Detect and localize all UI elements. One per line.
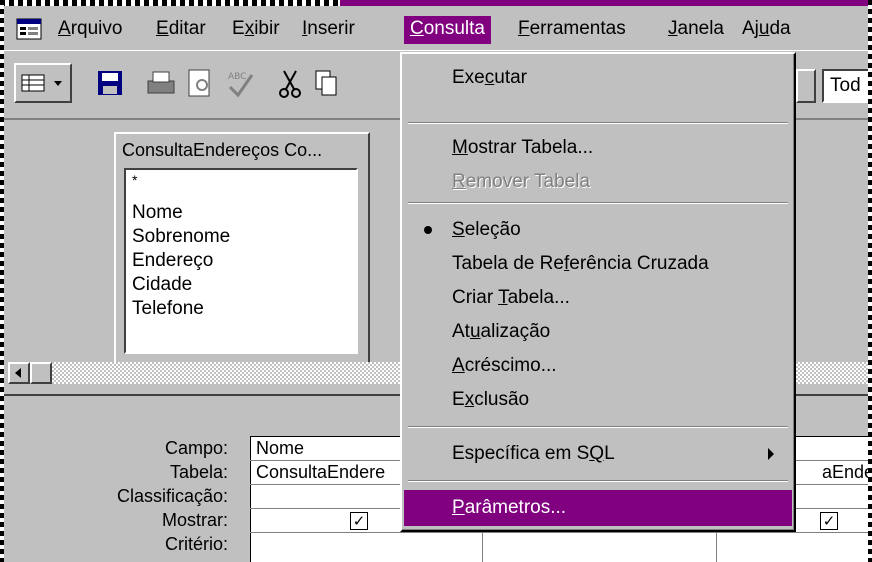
menu-item-atualizacao[interactable]: Atualização	[404, 314, 792, 350]
show-checkbox[interactable]: ✓	[820, 512, 838, 530]
menu-item-acrescimo[interactable]: Acréscimo...	[404, 348, 792, 384]
field-list-window[interactable]: ConsultaEndereços Co... * Nome Sobrenome…	[114, 132, 370, 364]
submenu-arrow-icon	[768, 448, 774, 460]
menu-bar: Arquivo Editar Exibir Inserir Consulta F…	[4, 8, 868, 48]
top-values-combo[interactable]: Tod	[822, 69, 872, 103]
scroll-thumb[interactable]	[30, 362, 52, 384]
selection-border-left	[0, 0, 4, 562]
show-checkbox[interactable]: ✓	[350, 512, 368, 530]
field-item[interactable]: Nome	[132, 202, 183, 224]
floppy-disk-icon	[98, 71, 122, 95]
menu-item-criar-tabela[interactable]: Criar Tabela...	[404, 280, 792, 316]
menu-janela[interactable]: Janela	[662, 16, 730, 44]
field-cell[interactable]: Nome	[256, 438, 304, 459]
field-item[interactable]: Cidade	[132, 274, 192, 296]
selection-border-right	[868, 0, 872, 562]
print-button[interactable]	[140, 63, 180, 103]
view-dropdown-button[interactable]	[14, 63, 72, 103]
menu-ferramentas[interactable]: Ferramentas	[512, 16, 632, 44]
printer-icon	[147, 71, 175, 94]
menu-item-referencia-cruzada[interactable]: Tabela de Referência Cruzada	[404, 246, 792, 282]
copy-button[interactable]	[310, 63, 340, 103]
field-list-title: ConsultaEndereços Co...	[122, 140, 323, 160]
copy-icon	[315, 70, 337, 96]
menu-consulta[interactable]: Consulta	[404, 16, 492, 44]
arrow-left-icon	[15, 368, 21, 378]
scroll-left-button[interactable]	[8, 362, 30, 384]
scissors-icon	[279, 70, 301, 98]
menu-item-remover-tabela: Remover Tabela	[452, 171, 591, 192]
menu-editar[interactable]: Editar	[150, 16, 212, 44]
table-cell[interactable]: ConsultaEndere	[256, 462, 385, 483]
field-item[interactable]: Telefone	[132, 298, 204, 320]
spell-check-icon: ABC	[228, 72, 254, 98]
row-label-classificacao: Classificação:	[116, 486, 228, 506]
radio-bullet-icon	[424, 226, 432, 234]
row-label-campo: Campo:	[164, 438, 228, 458]
field-list: * Nome Sobrenome Endereço Cidade Telefon…	[124, 168, 358, 354]
menu-inserir[interactable]: Inserir	[296, 16, 361, 44]
toolbar-button-partial[interactable]	[796, 69, 816, 103]
menu-exibir[interactable]: Exibir	[226, 16, 286, 44]
row-label-mostrar: Mostrar:	[161, 510, 228, 530]
svg-text:ABC: ABC	[228, 72, 246, 82]
menu-arquivo[interactable]: Arquivo	[52, 16, 128, 44]
consulta-dropdown-menu: Executar Mostrar Tabela... Remover Tabel…	[400, 52, 796, 532]
print-preview-icon	[188, 69, 210, 97]
menu-item-executar[interactable]: Executar	[404, 60, 792, 96]
cut-button[interactable]	[270, 63, 310, 103]
field-item[interactable]: Endereço	[132, 250, 213, 272]
menu-item-selecao[interactable]: Seleção	[404, 212, 792, 248]
save-button[interactable]	[90, 63, 130, 103]
spelling-button[interactable]: ABC	[220, 63, 260, 103]
datasheet-view-icon	[21, 74, 62, 92]
print-preview-button[interactable]	[180, 63, 220, 103]
row-label-criterio: Critério:	[164, 534, 228, 554]
menu-item-parametros[interactable]: Parâmetros...	[404, 490, 792, 526]
menu-item-especifica-sql[interactable]: Específica em SQL	[404, 436, 792, 472]
access-query-design-window: Arquivo Editar Exibir Inserir Consulta F…	[0, 0, 872, 562]
table-cell[interactable]: aEndere	[822, 462, 872, 483]
menu-item-exclusao[interactable]: Exclusão	[404, 382, 792, 418]
row-label-tabela: Tabela:	[169, 462, 228, 482]
title-bar-fragment	[340, 0, 872, 6]
field-item[interactable]: Sobrenome	[132, 226, 230, 248]
menu-item-mostrar-tabela[interactable]: Mostrar Tabela...	[404, 130, 792, 166]
window-app-icon[interactable]	[16, 18, 42, 40]
field-item[interactable]: *	[132, 172, 137, 188]
menu-ajuda[interactable]: Ajuda	[736, 16, 797, 44]
